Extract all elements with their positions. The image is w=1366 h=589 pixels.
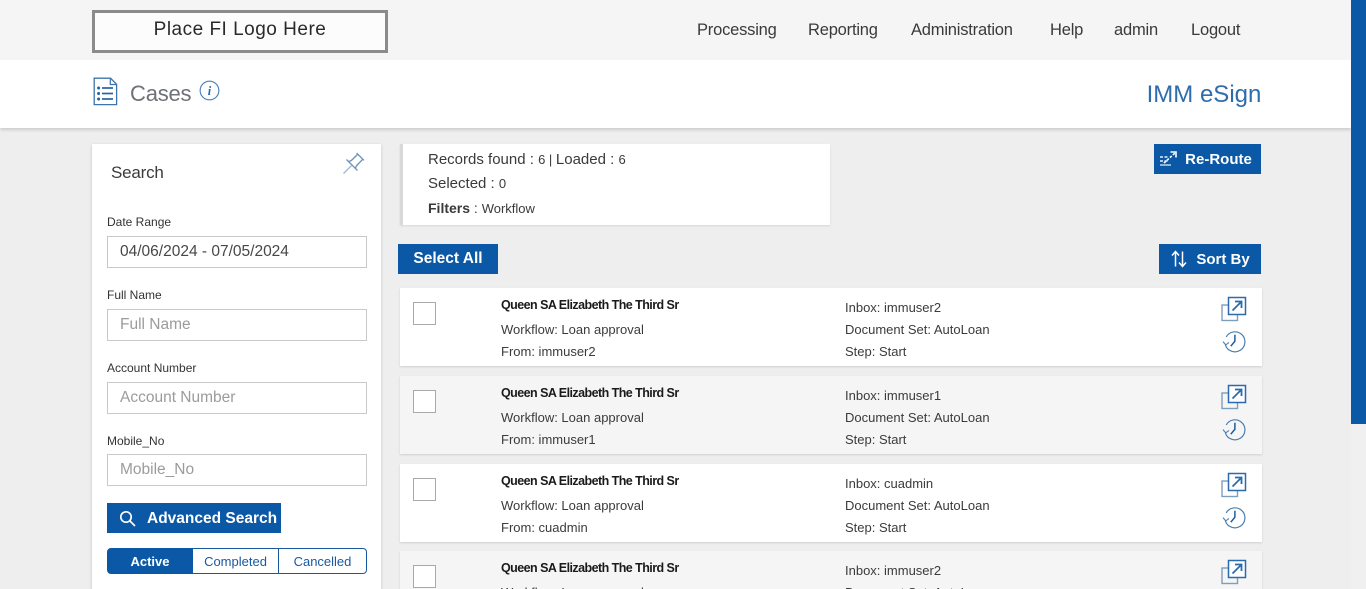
svg-text:i: i: [208, 84, 212, 98]
